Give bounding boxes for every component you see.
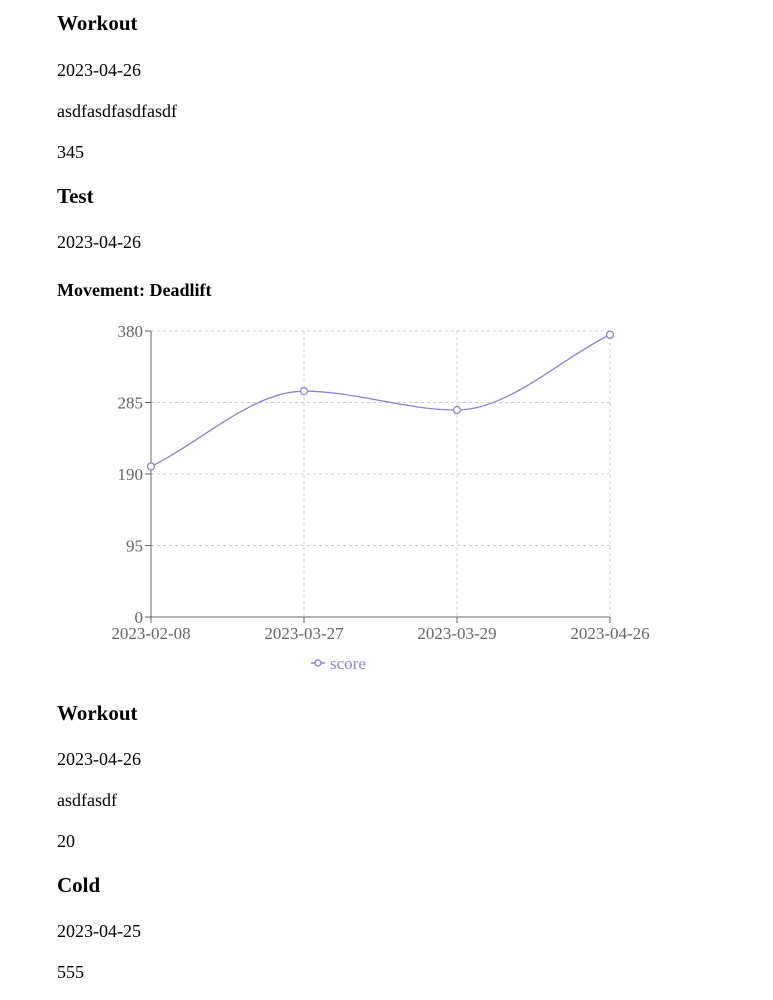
entry-title: Workout bbox=[57, 701, 138, 725]
chart-legend: score bbox=[311, 654, 366, 673]
series-line-score bbox=[150, 334, 611, 468]
data-point bbox=[452, 405, 462, 415]
chart-grid bbox=[151, 330, 611, 617]
entry-value: 345 bbox=[57, 142, 84, 162]
entry-title: Cold bbox=[57, 873, 101, 897]
entry-description: asdfasdf bbox=[57, 790, 117, 810]
entry-description: asdfasdfasdfasdf bbox=[57, 101, 177, 121]
legend-marker-icon bbox=[314, 659, 322, 667]
entry-title: Test bbox=[57, 184, 94, 208]
entry-value: 20 bbox=[57, 831, 75, 851]
y-axis-ticks: 095190285380 bbox=[118, 322, 151, 627]
y-tick-label: 285 bbox=[118, 394, 144, 413]
entry-date: 2023-04-26 bbox=[57, 232, 141, 252]
score-line-chart: 0951902853802023-02-08 2023-03-27 2023-03-… bbox=[111, 322, 650, 673]
data-point bbox=[605, 330, 615, 339]
data-point bbox=[146, 462, 156, 471]
y-tick-label: 190 bbox=[118, 465, 144, 484]
y-tick-label: 380 bbox=[118, 322, 144, 341]
x-axis-ticks: 2023-02-08 2023-03-27 2023-03-29 2023-04-26 bbox=[111, 617, 650, 643]
movement-title: Movement: Deadlift bbox=[57, 280, 212, 300]
y-tick-label: 95 bbox=[126, 537, 143, 556]
entry-date: 2023-04-26 bbox=[57, 749, 141, 769]
entry-value: 555 bbox=[57, 962, 84, 982]
entry-date: 2023-04-26 bbox=[57, 60, 141, 80]
x-tick-label: 2023-02-08 bbox=[111, 624, 190, 643]
data-point bbox=[299, 387, 309, 396]
entry-title: Workout bbox=[57, 11, 138, 35]
x-tick-label: 2023-03-27 bbox=[264, 624, 344, 643]
x-tick-label: 2023-03-29 bbox=[417, 624, 496, 643]
x-tick-label: 2023-04-26 bbox=[570, 624, 649, 643]
entry-date: 2023-04-25 bbox=[57, 921, 141, 941]
legend-label: score bbox=[330, 654, 366, 673]
